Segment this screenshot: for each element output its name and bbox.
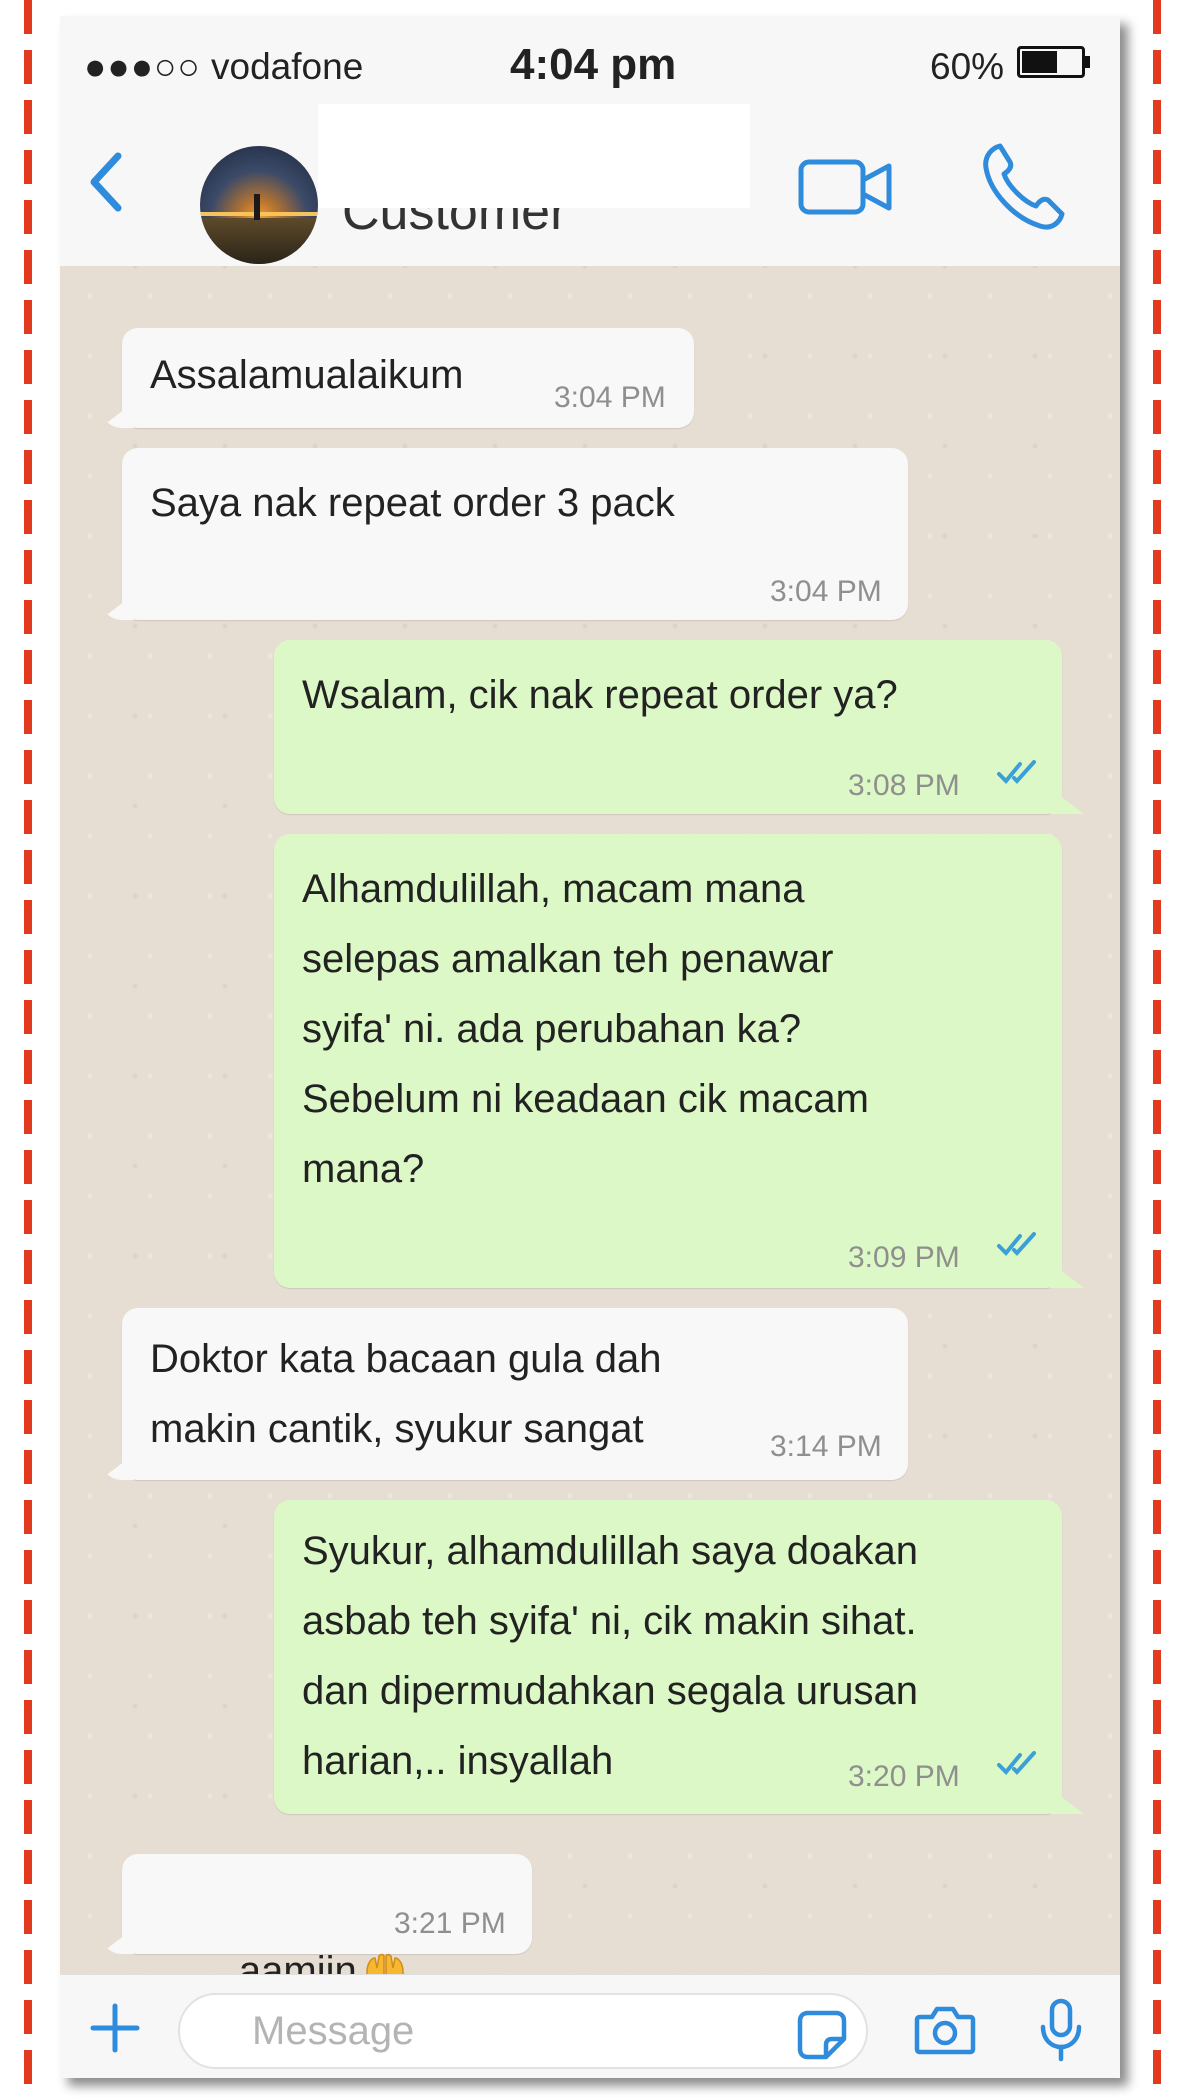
message-time: 3:20 PM <box>848 1760 960 1793</box>
message-bubble-incoming[interactable]: Doktor kata bacaan gula dah makin cantik… <box>100 1308 908 1480</box>
message-text: Doktor kata bacaan gula dah makin cantik… <box>150 1337 662 1451</box>
video-call-icon[interactable] <box>797 146 897 226</box>
sticker-icon[interactable] <box>796 2009 848 2061</box>
message-time: 3:08 PM <box>848 769 960 802</box>
message-time: 3:04 PM <box>770 575 882 608</box>
frame-dashed-border-right <box>1153 0 1161 2100</box>
message-time: 3:14 PM <box>770 1430 882 1463</box>
message-time: 3:04 PM <box>554 381 666 414</box>
message-bubble-outgoing[interactable]: Alhamdulillah, macam mana selepas amalka… <box>274 834 1084 1288</box>
chat-area[interactable]: Assalamualaikum 3:04 PM Saya nak repeat … <box>60 266 1120 1993</box>
frame-dashed-border-left <box>24 0 32 2100</box>
message-text: Alhamdulillah, macam mana selepas amalka… <box>302 867 869 1191</box>
camera-icon[interactable] <box>914 2003 976 2057</box>
microphone-icon[interactable] <box>1036 1997 1086 2063</box>
read-receipt-icon <box>997 1751 1036 1775</box>
redaction-box <box>318 104 750 208</box>
signal-strength: ●●●○○ <box>84 46 201 87</box>
chat-header: Customer <box>60 104 1120 282</box>
message-input-bar <box>60 1974 1120 2078</box>
message-text: Assalamualaikum <box>150 353 464 397</box>
battery-tip <box>1085 56 1090 68</box>
plus-icon[interactable] <box>88 2001 142 2055</box>
message-bubble-incoming[interactable]: Saya nak repeat order 3 pack 3:04 PM <box>100 448 908 620</box>
phone-screen: ●●●○○ vodafone 4:04 pm 60% Customer <box>60 16 1120 2078</box>
message-text: Saya nak repeat order 3 pack <box>150 481 675 525</box>
carrier-name: vodafone <box>211 46 364 87</box>
avatar[interactable] <box>200 146 318 264</box>
message-text: Syukur, alhamdulillah saya doakan asbab … <box>302 1529 918 1783</box>
message-bubble-incoming[interactable]: aamiin 3:21 PM <box>100 1854 532 1993</box>
message-text: Wsalam, cik nak repeat order ya? <box>302 673 898 717</box>
carrier-info: ●●●○○ vodafone <box>84 46 363 88</box>
status-bar: ●●●○○ vodafone 4:04 pm 60% <box>60 16 1120 104</box>
read-receipt-icon <box>997 1232 1036 1256</box>
message-time: 3:21 PM <box>394 1907 506 1940</box>
message-input[interactable] <box>178 1993 868 2069</box>
phone-call-icon[interactable] <box>978 138 1068 234</box>
chevron-left-icon[interactable] <box>82 142 132 222</box>
message-bubble-outgoing[interactable]: Wsalam, cik nak repeat order ya? 3:08 PM <box>274 640 1084 814</box>
read-receipt-icon <box>997 760 1036 784</box>
battery-percent: 60% <box>930 46 1005 87</box>
status-time: 4:04 pm <box>510 40 677 89</box>
battery-icon <box>1017 46 1085 78</box>
battery-level <box>1022 51 1057 73</box>
message-bubble-outgoing[interactable]: Syukur, alhamdulillah saya doakan asbab … <box>274 1500 1084 1814</box>
message-bubble-incoming[interactable]: Assalamualaikum 3:04 PM <box>100 328 694 428</box>
message-time: 3:09 PM <box>848 1241 960 1274</box>
